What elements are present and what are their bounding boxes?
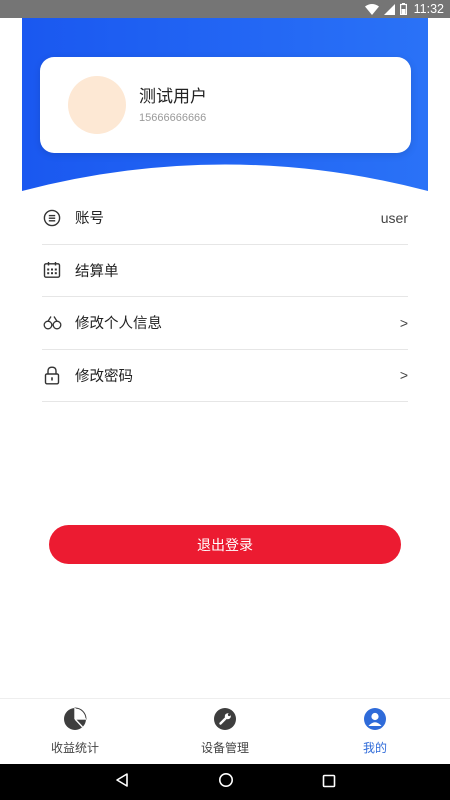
status-time: 11:32: [413, 2, 444, 16]
back-icon[interactable]: [114, 772, 130, 792]
tab-device-management[interactable]: 设备管理: [150, 699, 300, 764]
menu-item-change-password[interactable]: 修改密码 >: [42, 350, 408, 402]
menu-label: 修改个人信息: [75, 316, 162, 333]
logout-button[interactable]: 退出登录: [49, 525, 401, 564]
user-phone: 15666666666: [139, 112, 207, 124]
system-nav-bar: [0, 764, 450, 800]
bottom-tab-bar: 收益统计 设备管理 我的: [0, 698, 450, 764]
account-value: user: [380, 209, 408, 226]
home-icon[interactable]: [218, 772, 234, 792]
tab-label: 收益统计: [50, 741, 99, 755]
battery-icon: [399, 3, 407, 15]
calendar-icon: [42, 260, 62, 280]
wrench-icon: [213, 707, 237, 735]
menu-label: 账号: [75, 211, 104, 228]
chevron-right-icon: >: [399, 367, 408, 384]
chevron-right-icon: >: [399, 314, 408, 331]
menu-label: 修改密码: [75, 368, 133, 385]
avatar: [68, 76, 126, 134]
lock-icon: [42, 365, 62, 385]
account-icon: [42, 208, 62, 228]
tab-label: 设备管理: [200, 741, 249, 755]
menu-label: 结算单: [75, 263, 119, 280]
settings-menu: 账号 user 结算单 修改个人信息 > 修改密码 >: [42, 192, 408, 402]
recents-icon[interactable]: [322, 773, 336, 792]
menu-item-edit-profile[interactable]: 修改个人信息 >: [42, 297, 408, 350]
wifi-icon: [364, 3, 379, 15]
tab-revenue-stats[interactable]: 收益统计: [0, 699, 150, 764]
tab-mine[interactable]: 我的: [300, 699, 450, 764]
user-icon: [363, 707, 387, 735]
menu-item-statement[interactable]: 结算单: [42, 245, 408, 297]
user-name: 测试用户: [139, 87, 207, 107]
signal-icon: [383, 3, 395, 15]
screen: 11:32 测试用户 15666666666 账号 user 结算单 修改个人信…: [0, 0, 450, 800]
profile-card[interactable]: 测试用户 15666666666: [40, 57, 411, 153]
pie-chart-icon: [63, 707, 87, 735]
edit-profile-icon: [42, 313, 62, 333]
menu-item-account[interactable]: 账号 user: [42, 192, 408, 245]
status-bar: 11:32: [0, 0, 450, 18]
tab-label: 我的: [362, 741, 387, 755]
